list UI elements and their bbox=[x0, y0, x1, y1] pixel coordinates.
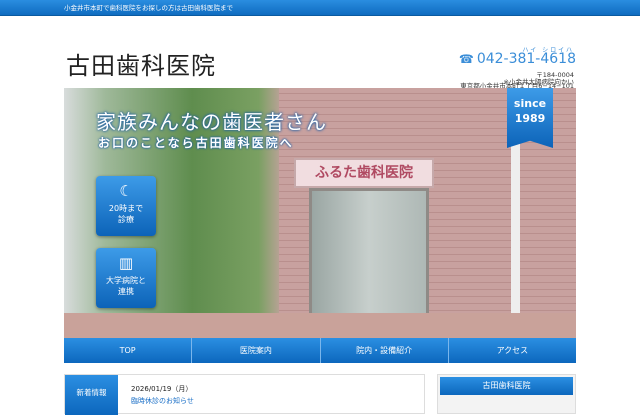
nav-about[interactable]: 医院案内 bbox=[192, 338, 321, 363]
badge-label: 大学病院と bbox=[106, 276, 146, 285]
clinic-sign: ふるた歯科医院 bbox=[294, 158, 434, 188]
badge-label: 連携 bbox=[118, 287, 134, 296]
news-date: 2026/01/19（月） bbox=[131, 385, 193, 393]
moon-icon: ☾ bbox=[119, 182, 133, 200]
badge-label: 診療 bbox=[118, 215, 134, 224]
nav-facilities[interactable]: 院内・設備紹介 bbox=[321, 338, 449, 363]
phone-number[interactable]: ☎ 042-381-4618 bbox=[459, 51, 576, 67]
news-label: 新着情報 bbox=[65, 375, 118, 415]
late-hours-badge: ☾ 20時まで 診療 bbox=[96, 176, 156, 236]
hero-banner: ふるた歯科医院 家族みんなの歯医者さん お口のことなら古田歯科医院へ ☾ 20時… bbox=[64, 88, 576, 338]
sidebar-box: 古田歯科医院 bbox=[437, 374, 576, 414]
nav-top[interactable]: TOP bbox=[64, 338, 193, 363]
hospital-icon: ▥ bbox=[118, 254, 134, 272]
phone-icon: ☎ bbox=[458, 52, 474, 66]
pavement bbox=[64, 313, 576, 338]
main-nav: TOP 医院案内 院内・設備紹介 アクセス bbox=[64, 338, 576, 363]
nav-access[interactable]: アクセス bbox=[449, 338, 576, 363]
news-box: 新着情報 2026/01/19（月） 臨時休診のお知らせ bbox=[64, 374, 425, 415]
landmark: ※小金井太陽病院向かい bbox=[503, 78, 574, 86]
badge-label: 20時まで bbox=[108, 204, 144, 213]
news-link[interactable]: 臨時休診のお知らせ bbox=[131, 396, 194, 406]
since-ribbon: since 1989 bbox=[507, 88, 553, 148]
sidebar-title: 古田歯科医院 bbox=[440, 377, 573, 395]
university-hospital-badge: ▥ 大学病院と 連携 bbox=[96, 248, 156, 308]
since-label: since bbox=[513, 97, 547, 110]
site-logo[interactable]: 古田歯科医院 bbox=[66, 46, 216, 81]
door-image bbox=[309, 188, 429, 318]
hero-headline: 家族みんなの歯医者さん bbox=[96, 110, 327, 134]
top-banner: 小金井市本町で歯科医院をお探しの方は古田歯科医院まで bbox=[0, 0, 640, 16]
hero-subheadline: お口のことなら古田歯科医院へ bbox=[98, 136, 294, 150]
since-year: 1989 bbox=[514, 112, 546, 125]
